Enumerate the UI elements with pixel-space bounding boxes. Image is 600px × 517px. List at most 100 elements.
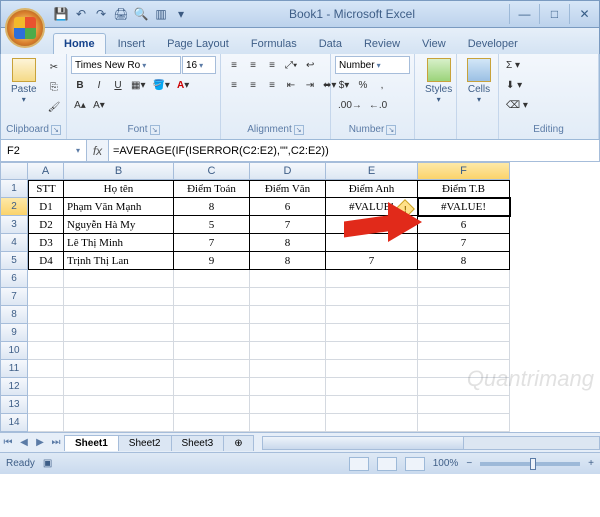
maximize-button[interactable]: □ [539, 4, 569, 24]
fill-color-button[interactable]: 🪣▾ [149, 76, 172, 94]
cell[interactable] [28, 306, 64, 324]
cell[interactable] [174, 414, 250, 432]
cell[interactable] [250, 306, 326, 324]
minimize-button[interactable]: — [509, 4, 539, 24]
paste-button[interactable]: Paste ▾ [5, 56, 43, 106]
cell[interactable]: 5 [174, 216, 250, 234]
cell[interactable]: 7 [418, 234, 510, 252]
cell[interactable] [174, 306, 250, 324]
cell[interactable] [326, 270, 418, 288]
cell[interactable] [28, 324, 64, 342]
font-launcher-icon[interactable]: ↘ [150, 125, 160, 135]
format-painter-button[interactable]: 🖌 [45, 98, 64, 116]
cell[interactable]: D4 [28, 252, 64, 270]
cell[interactable] [174, 360, 250, 378]
tab-formulas[interactable]: Formulas [241, 34, 307, 54]
column-header[interactable]: C [174, 162, 250, 180]
styles-button[interactable]: Styles▾ [419, 56, 458, 106]
cell[interactable]: Điểm T.B [418, 180, 510, 198]
cell[interactable] [64, 378, 174, 396]
cell[interactable] [418, 378, 510, 396]
cell[interactable] [174, 342, 250, 360]
cell[interactable]: Phạm Văn Mạnh [64, 198, 174, 216]
sheet-nav-prev[interactable]: ◀ [16, 437, 32, 448]
tab-home[interactable]: Home [53, 33, 106, 54]
cell[interactable] [250, 396, 326, 414]
column-header[interactable]: D [250, 162, 326, 180]
cell[interactable]: Điểm Văn [250, 180, 326, 198]
autosum-button[interactable]: Σ ▾ [503, 56, 523, 74]
tab-view[interactable]: View [412, 34, 456, 54]
row-header[interactable]: 5 [0, 252, 28, 270]
currency-button[interactable]: $▾ [335, 76, 353, 94]
shrink-font-button[interactable]: A▾ [90, 96, 108, 114]
cell[interactable]: 7 [174, 234, 250, 252]
row-header[interactable]: 6 [0, 270, 28, 288]
tab-data[interactable]: Data [309, 34, 352, 54]
cell[interactable] [64, 414, 174, 432]
spreadsheet-grid[interactable]: ABCDEF 1234567891011121314 ! STTHọ tênĐi… [0, 162, 600, 432]
cell[interactable] [28, 414, 64, 432]
zoom-in-button[interactable]: + [588, 458, 594, 469]
cell[interactable]: 7 [326, 252, 418, 270]
qat-more-icon[interactable]: ▾ [173, 6, 189, 22]
grow-font-button[interactable]: A▴ [71, 96, 89, 114]
cell[interactable] [418, 270, 510, 288]
align-right-button[interactable]: ≡ [263, 76, 281, 94]
sheet-nav-first[interactable]: ⏮ [0, 437, 16, 448]
font-color-button[interactable]: A▾ [174, 76, 192, 94]
border-button[interactable]: ▦▾ [128, 76, 148, 94]
cell[interactable] [28, 342, 64, 360]
cell[interactable] [64, 342, 174, 360]
cell[interactable] [326, 288, 418, 306]
cut-button[interactable]: ✂ [45, 58, 64, 76]
tab-review[interactable]: Review [354, 34, 410, 54]
cell[interactable]: D2 [28, 216, 64, 234]
align-center-button[interactable]: ≡ [244, 76, 262, 94]
cell[interactable] [418, 396, 510, 414]
sheet-nav-last[interactable]: ⏭ [48, 437, 64, 448]
cell[interactable] [174, 288, 250, 306]
cell[interactable] [174, 270, 250, 288]
cell[interactable] [28, 396, 64, 414]
cell[interactable] [64, 288, 174, 306]
formula-input[interactable]: =AVERAGE(IF(ISERROR(C2:E2),"",C2:E2)) [109, 140, 599, 161]
comma-button[interactable]: , [373, 76, 391, 94]
sheet-nav-next[interactable]: ▶ [32, 437, 48, 448]
tab-developer[interactable]: Developer [458, 34, 528, 54]
decrease-indent-button[interactable]: ⇤ [282, 76, 300, 94]
print-icon[interactable]: 🖨 [113, 6, 129, 22]
row-header[interactable]: 7 [0, 288, 28, 306]
alignment-launcher-icon[interactable]: ↘ [294, 125, 304, 135]
align-bottom-button[interactable]: ≡ [263, 56, 281, 74]
cell[interactable] [326, 324, 418, 342]
row-header[interactable]: 1 [0, 180, 28, 198]
sheet-tab[interactable]: Sheet2 [118, 435, 172, 451]
wrap-text-button[interactable]: ↩ [301, 56, 319, 74]
column-header[interactable]: B [64, 162, 174, 180]
font-name-combo[interactable]: Times New Ro▾ [71, 56, 181, 74]
cell[interactable] [250, 414, 326, 432]
cell[interactable] [250, 342, 326, 360]
tab-insert[interactable]: Insert [108, 34, 156, 54]
cell[interactable] [28, 288, 64, 306]
tab-page-layout[interactable]: Page Layout [157, 34, 239, 54]
cell[interactable]: Điểm Anh [326, 180, 418, 198]
column-header[interactable]: A [28, 162, 64, 180]
cell[interactable] [326, 396, 418, 414]
cell[interactable] [326, 360, 418, 378]
new-sheet-button[interactable]: ⊕ [223, 435, 253, 451]
row-header[interactable]: 12 [0, 378, 28, 396]
increase-decimal-button[interactable]: .00→ [335, 96, 365, 114]
decrease-decimal-button[interactable]: ←.0 [366, 96, 390, 114]
cell[interactable] [28, 270, 64, 288]
row-header[interactable]: 4 [0, 234, 28, 252]
cell[interactable]: Lê Thị Minh [64, 234, 174, 252]
cell[interactable] [326, 306, 418, 324]
row-header[interactable]: 11 [0, 360, 28, 378]
cell[interactable] [64, 360, 174, 378]
copy-button[interactable]: ⎘ [45, 78, 64, 96]
sheet-tab[interactable]: Sheet3 [171, 435, 225, 451]
cell[interactable]: #VALUE! [418, 198, 510, 216]
fill-button[interactable]: ⬇ ▾ [503, 76, 525, 94]
